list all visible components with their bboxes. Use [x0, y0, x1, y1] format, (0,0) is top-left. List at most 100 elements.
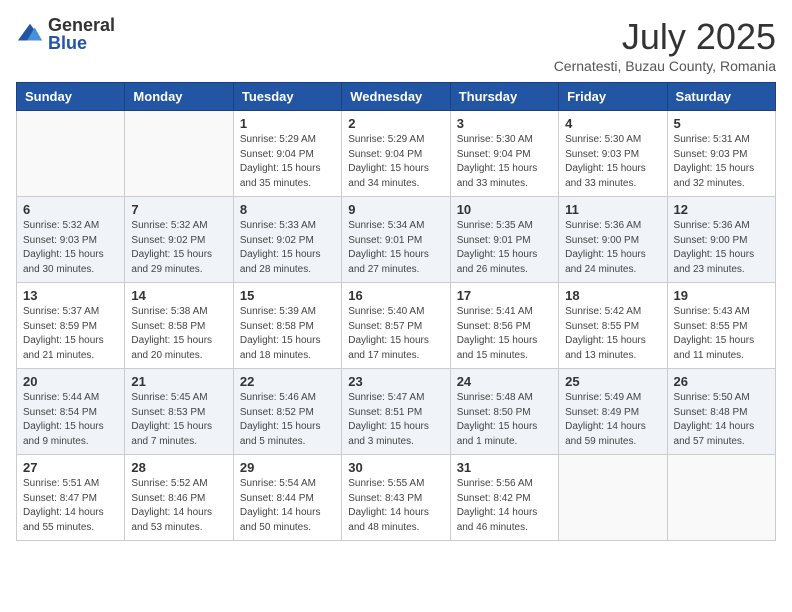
calendar-cell: 21 Sunrise: 5:45 AM Sunset: 8:53 PM Dayli…: [125, 369, 233, 455]
day-info: Sunrise: 5:34 AM Sunset: 9:01 PM Dayligh…: [348, 219, 443, 277]
calendar-cell: [125, 111, 233, 197]
calendar-header: SundayMondayTuesdayWednesdayThursdayFrid…: [17, 83, 776, 111]
day-info: Sunrise: 5:41 AM Sunset: 8:56 PM Dayligh…: [457, 305, 552, 363]
day-info: Sunrise: 5:54 AM Sunset: 8:44 PM Dayligh…: [240, 477, 335, 535]
calendar-cell: 26 Sunrise: 5:50 AM Sunset: 8:48 PM Dayli…: [667, 369, 775, 455]
logo-general: General: [48, 16, 115, 34]
day-number: 31: [457, 460, 552, 475]
calendar-cell: 17 Sunrise: 5:41 AM Sunset: 8:56 PM Dayli…: [450, 283, 558, 369]
day-info: Sunrise: 5:49 AM Sunset: 8:49 PM Dayligh…: [565, 391, 660, 449]
header-cell-monday: Monday: [125, 83, 233, 111]
day-number: 9: [348, 202, 443, 217]
logo-blue: Blue: [48, 34, 115, 52]
day-info: Sunrise: 5:32 AM Sunset: 9:02 PM Dayligh…: [131, 219, 226, 277]
calendar-cell: 4 Sunrise: 5:30 AM Sunset: 9:03 PM Daylig…: [559, 111, 667, 197]
day-info: Sunrise: 5:29 AM Sunset: 9:04 PM Dayligh…: [240, 133, 335, 191]
day-info: Sunrise: 5:44 AM Sunset: 8:54 PM Dayligh…: [23, 391, 118, 449]
day-info: Sunrise: 5:30 AM Sunset: 9:04 PM Dayligh…: [457, 133, 552, 191]
week-row-5: 27Sunrise: 5:51 AM Sunset: 8:47 PM Dayli…: [17, 455, 776, 541]
day-info: Sunrise: 5:31 AM Sunset: 9:03 PM Dayligh…: [674, 133, 769, 191]
header-cell-tuesday: Tuesday: [233, 83, 341, 111]
day-info: Sunrise: 5:39 AM Sunset: 8:58 PM Dayligh…: [240, 305, 335, 363]
day-info: Sunrise: 5:42 AM Sunset: 8:55 PM Dayligh…: [565, 305, 660, 363]
day-number: 26: [674, 374, 769, 389]
day-number: 3: [457, 116, 552, 131]
calendar-body: 1 Sunrise: 5:29 AM Sunset: 9:04 PM Daylig…: [17, 111, 776, 541]
day-info: Sunrise: 5:43 AM Sunset: 8:55 PM Dayligh…: [674, 305, 769, 363]
day-number: 5: [674, 116, 769, 131]
calendar-cell: 10 Sunrise: 5:35 AM Sunset: 9:01 PM Dayli…: [450, 197, 558, 283]
day-number: 17: [457, 288, 552, 303]
day-number: 13: [23, 288, 118, 303]
day-number: 14: [131, 288, 226, 303]
day-info: Sunrise: 5:32 AM Sunset: 9:03 PM Dayligh…: [23, 219, 118, 277]
day-number: 12: [674, 202, 769, 217]
day-number: 11: [565, 202, 660, 217]
day-info: Sunrise: 5:29 AM Sunset: 9:04 PM Dayligh…: [348, 133, 443, 191]
calendar-cell: [667, 455, 775, 541]
day-info: Sunrise: 5:33 AM Sunset: 9:02 PM Dayligh…: [240, 219, 335, 277]
day-number: 21: [131, 374, 226, 389]
calendar-cell: 9 Sunrise: 5:34 AM Sunset: 9:01 PM Daylig…: [342, 197, 450, 283]
week-row-4: 20 Sunrise: 5:44 AM Sunset: 8:54 PM Dayli…: [17, 369, 776, 455]
day-number: 2: [348, 116, 443, 131]
day-info: Sunrise: 5:38 AM Sunset: 8:58 PM Dayligh…: [131, 305, 226, 363]
main-title: July 2025: [554, 16, 776, 58]
day-info: Sunrise: 5:37 AM Sunset: 8:59 PM Dayligh…: [23, 305, 118, 363]
day-info: Sunrise: 5:45 AM Sunset: 8:53 PM Dayligh…: [131, 391, 226, 449]
day-number: 18: [565, 288, 660, 303]
day-info: Sunrise: 5:36 AM Sunset: 9:00 PM Dayligh…: [565, 219, 660, 277]
calendar-cell: 28 Sunrise: 5:52 AM Sunset: 8:46 PM Dayli…: [125, 455, 233, 541]
day-number: 24: [457, 374, 552, 389]
day-info: Sunrise: 5:46 AM Sunset: 8:52 PM Dayligh…: [240, 391, 335, 449]
header-row: SundayMondayTuesdayWednesdayThursdayFrid…: [17, 83, 776, 111]
day-info: Sunrise: 5:56 AM Sunset: 8:42 PM Dayligh…: [457, 477, 552, 535]
calendar-cell: 15 Sunrise: 5:39 AM Sunset: 8:58 PM Dayli…: [233, 283, 341, 369]
day-number: 4: [565, 116, 660, 131]
week-row-2: 6 Sunrise: 5:32 AM Sunset: 9:03 PM Daylig…: [17, 197, 776, 283]
calendar-cell: 20 Sunrise: 5:44 AM Sunset: 8:54 PM Dayli…: [17, 369, 125, 455]
calendar-cell: 23Sunrise: 5:47 AM Sunset: 8:51 PM Dayli…: [342, 369, 450, 455]
header-cell-thursday: Thursday: [450, 83, 558, 111]
logo-icon: [16, 20, 44, 48]
calendar: SundayMondayTuesdayWednesdayThursdayFrid…: [16, 82, 776, 541]
day-number: 16: [348, 288, 443, 303]
day-number: 27: [23, 460, 118, 475]
logo-text: General Blue: [48, 16, 115, 52]
week-row-1: 1 Sunrise: 5:29 AM Sunset: 9:04 PM Daylig…: [17, 111, 776, 197]
day-number: 7: [131, 202, 226, 217]
calendar-cell: [17, 111, 125, 197]
day-number: 15: [240, 288, 335, 303]
day-info: Sunrise: 5:36 AM Sunset: 9:00 PM Dayligh…: [674, 219, 769, 277]
header-cell-sunday: Sunday: [17, 83, 125, 111]
calendar-cell: 3 Sunrise: 5:30 AM Sunset: 9:04 PM Daylig…: [450, 111, 558, 197]
calendar-cell: 1 Sunrise: 5:29 AM Sunset: 9:04 PM Daylig…: [233, 111, 341, 197]
calendar-cell: 13 Sunrise: 5:37 AM Sunset: 8:59 PM Dayli…: [17, 283, 125, 369]
calendar-cell: 2 Sunrise: 5:29 AM Sunset: 9:04 PM Daylig…: [342, 111, 450, 197]
day-number: 28: [131, 460, 226, 475]
calendar-cell: 14 Sunrise: 5:38 AM Sunset: 8:58 PM Dayli…: [125, 283, 233, 369]
day-number: 1: [240, 116, 335, 131]
day-number: 20: [23, 374, 118, 389]
calendar-cell: 27Sunrise: 5:51 AM Sunset: 8:47 PM Dayli…: [17, 455, 125, 541]
day-number: 10: [457, 202, 552, 217]
day-info: Sunrise: 5:35 AM Sunset: 9:01 PM Dayligh…: [457, 219, 552, 277]
day-number: 6: [23, 202, 118, 217]
day-info: Sunrise: 5:50 AM Sunset: 8:48 PM Dayligh…: [674, 391, 769, 449]
calendar-cell: 5 Sunrise: 5:31 AM Sunset: 9:03 PM Daylig…: [667, 111, 775, 197]
day-number: 30: [348, 460, 443, 475]
day-info: Sunrise: 5:52 AM Sunset: 8:46 PM Dayligh…: [131, 477, 226, 535]
header-cell-saturday: Saturday: [667, 83, 775, 111]
day-info: Sunrise: 5:48 AM Sunset: 8:50 PM Dayligh…: [457, 391, 552, 449]
calendar-cell: 25 Sunrise: 5:49 AM Sunset: 8:49 PM Dayli…: [559, 369, 667, 455]
calendar-cell: [559, 455, 667, 541]
calendar-cell: 11 Sunrise: 5:36 AM Sunset: 9:00 PM Dayli…: [559, 197, 667, 283]
day-number: 29: [240, 460, 335, 475]
calendar-cell: 16Sunrise: 5:40 AM Sunset: 8:57 PM Dayli…: [342, 283, 450, 369]
week-row-3: 13 Sunrise: 5:37 AM Sunset: 8:59 PM Dayli…: [17, 283, 776, 369]
calendar-cell: 12 Sunrise: 5:36 AM Sunset: 9:00 PM Dayli…: [667, 197, 775, 283]
day-number: 25: [565, 374, 660, 389]
day-number: 22: [240, 374, 335, 389]
day-info: Sunrise: 5:47 AM Sunset: 8:51 PM Dayligh…: [348, 391, 443, 449]
day-info: Sunrise: 5:30 AM Sunset: 9:03 PM Dayligh…: [565, 133, 660, 191]
